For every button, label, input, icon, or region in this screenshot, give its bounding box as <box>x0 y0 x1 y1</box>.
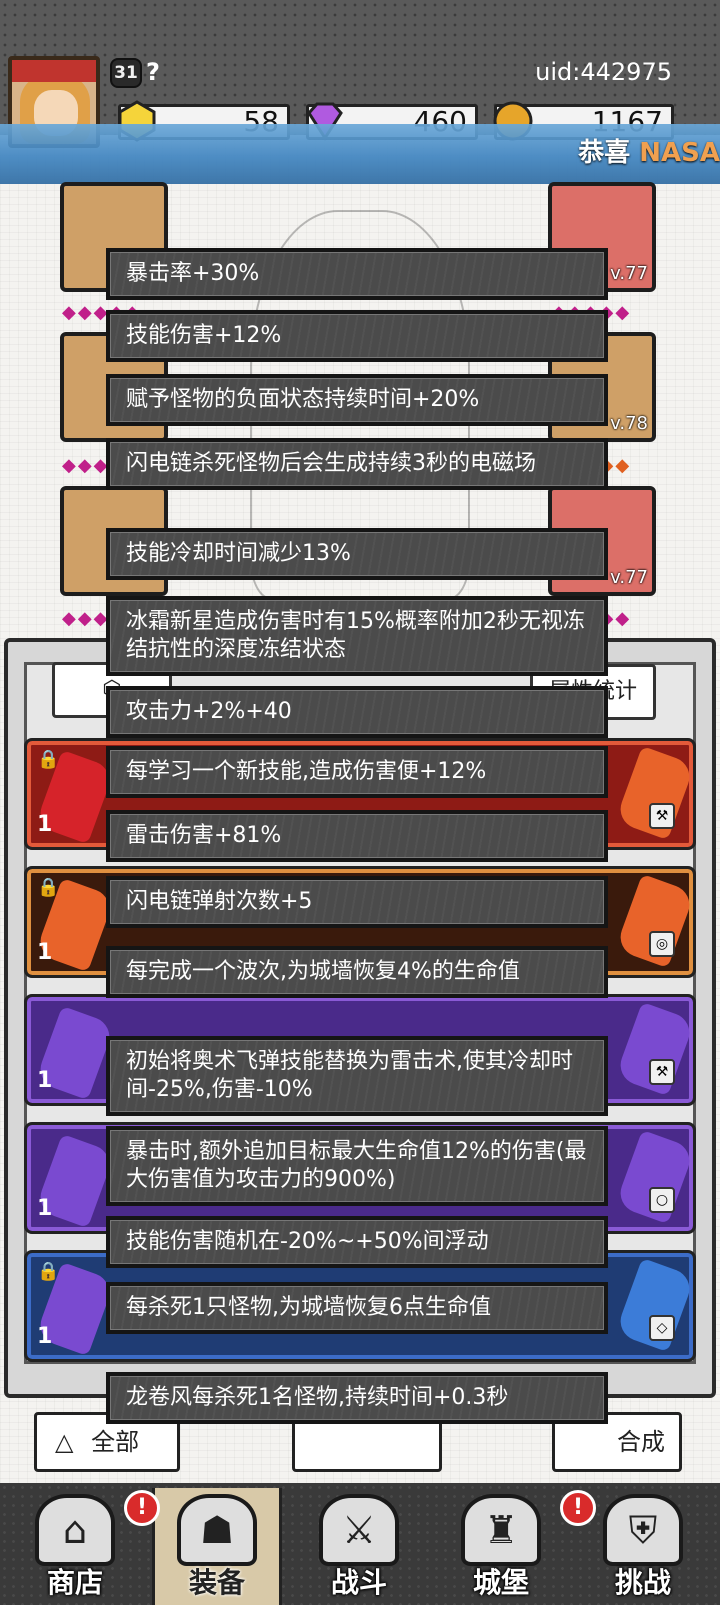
nav-castle[interactable]: ♜ 城堡 <box>436 1488 566 1605</box>
affix-tooltip: 闪电链弹射次数+5 <box>106 876 608 928</box>
ring-tag-icon: ◎ <box>649 931 675 957</box>
affix-tooltip: 技能冷却时间减少13% <box>106 528 608 580</box>
affix-tooltip: 暴击时,额外追加目标最大生命值12%的伤害(最大伤害值为攻击力的900%) <box>106 1126 608 1206</box>
affix-tooltip: 初始将奥术飞弹技能替换为雷击术,使其冷却时间-25%,伤害-10% <box>106 1036 608 1116</box>
affix-tooltip: 每学习一个新技能,造成伤害便+12% <box>106 746 608 798</box>
affix-tooltip: 技能伤害+12% <box>106 310 608 362</box>
swords-icon: ⚔ <box>319 1494 399 1566</box>
affix-tooltip: 技能伤害随机在-20%~+50%间浮动 <box>106 1216 608 1268</box>
player-name: ? <box>146 58 160 86</box>
castle-alert-badge: ! <box>560 1490 596 1526</box>
affix-tooltip: 龙卷风每杀死1名怪物,持续时间+0.3秒 <box>106 1372 608 1424</box>
affix-tooltip: 冰霜新星造成伤害时有15%概率附加2秒无视冻结抗性的深度冻结状态 <box>106 596 608 676</box>
player-level-badge: 31 <box>110 58 142 88</box>
affix-tooltip: 攻击力+2%+40 <box>106 686 608 738</box>
affix-tooltip: 赋予怪物的负面状态持续时间+20% <box>106 374 608 426</box>
shield-tag-icon: ◇ <box>649 1315 675 1341</box>
nav-battle[interactable]: ⚔ 战斗 <box>294 1488 424 1605</box>
affix-tooltip: 闪电链杀死怪物后会生成持续3秒的电磁场 <box>106 438 608 490</box>
affix-tooltip: 每完成一个波次,为城墙恢复4%的生命值 <box>106 946 608 998</box>
notice-text: 恭喜 NASA <box>578 138 720 168</box>
affix-tooltip: 暴击率+30% <box>106 248 608 300</box>
bag-icon: ☗ <box>177 1494 257 1566</box>
necklace-tag-icon: ○ <box>649 1187 675 1213</box>
nav-challenge[interactable]: ⛨ 挑战 <box>578 1488 708 1605</box>
affix-tooltip: 每杀死1只怪物,为城墙恢复6点生命值 <box>106 1282 608 1334</box>
arrow-up-icon: △ <box>55 1428 74 1456</box>
affix-tooltip: 雷击伤害+81% <box>106 810 608 862</box>
castle-icon: ♜ <box>461 1494 541 1566</box>
nav-shop[interactable]: ⌂ 商店 <box>10 1488 140 1605</box>
shop-icon: ⌂ <box>35 1494 115 1566</box>
axe-tag-icon: ⚒ <box>649 1059 675 1085</box>
nav-equipment[interactable]: ☗ 装备 <box>152 1488 282 1605</box>
player-uid: uid:442975 <box>535 58 672 86</box>
shop-alert-badge: ! <box>124 1490 160 1526</box>
axe-tag-icon: ⚒ <box>649 803 675 829</box>
shield-icon: ⛨ <box>603 1494 683 1566</box>
